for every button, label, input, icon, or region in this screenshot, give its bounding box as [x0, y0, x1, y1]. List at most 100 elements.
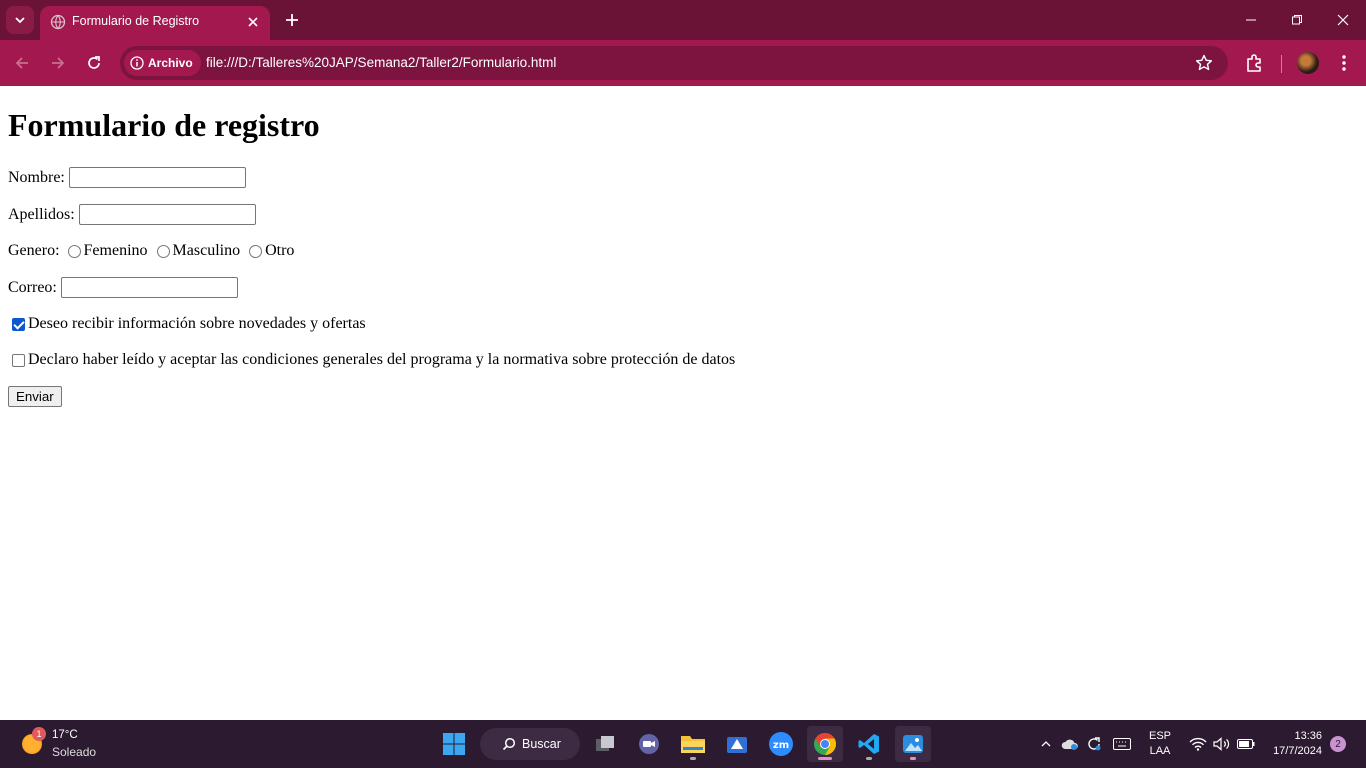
weather-condition[interactable]: Soleado	[52, 745, 96, 759]
profile-avatar[interactable]	[1297, 52, 1319, 74]
task-view-icon	[596, 736, 614, 751]
correo-label: Correo:	[8, 278, 57, 296]
vscode-icon	[858, 734, 879, 754]
arrow-left-icon	[15, 57, 28, 69]
file-explorer-button[interactable]	[675, 726, 711, 762]
onedrive-tray[interactable]	[1060, 734, 1080, 754]
browser-toolbar: Archivo file:///D:/Talleres%20JAP/Semana…	[0, 40, 1366, 86]
genero-row: Genero: Femenino Masculino Otro	[8, 242, 294, 260]
arrow-right-icon	[52, 57, 65, 69]
language-code: ESP	[1148, 730, 1171, 742]
url-text[interactable]: file:///D:/Talleres%20JAP/Semana2/Taller…	[206, 55, 556, 70]
correo-input[interactable]	[60, 277, 238, 298]
genero-label: Genero:	[8, 242, 60, 259]
store-app-button[interactable]	[719, 726, 755, 762]
chevron-down-icon	[15, 17, 25, 24]
nombre-label: Nombre:	[8, 168, 65, 186]
task-view-button[interactable]	[587, 726, 623, 762]
photos-app-button[interactable]	[895, 726, 931, 762]
restore-button[interactable]	[1274, 6, 1320, 34]
info-icon	[130, 56, 144, 70]
search-label: Buscar	[522, 737, 561, 751]
browser-tab[interactable]: Formulario de Registro	[40, 6, 270, 40]
running-indicator	[690, 757, 696, 760]
apellidos-row: Apellidos:	[8, 204, 256, 225]
keyboard-tray[interactable]	[1112, 734, 1132, 754]
chevron-up-icon	[1041, 741, 1051, 747]
radio-femenino[interactable]	[67, 244, 81, 258]
new-tab-plus-icon[interactable]	[282, 10, 302, 30]
puzzle-icon[interactable]	[1243, 51, 1267, 75]
keyboard-layout: LAA	[1149, 745, 1171, 757]
zoom-icon: zm	[769, 732, 793, 756]
wifi-icon	[1189, 737, 1207, 751]
chrome-icon	[814, 733, 836, 755]
globe-icon	[50, 14, 66, 30]
page-content: Formulario de registro Nombre: Apellidos…	[0, 87, 1366, 720]
newsletter-checkbox[interactable]	[12, 317, 25, 331]
sync-icon	[1088, 737, 1101, 751]
browser-tab-bar: Formulario de Registro	[0, 0, 1366, 40]
close-icon	[1337, 14, 1349, 26]
nombre-input[interactable]	[68, 167, 246, 188]
close-icon[interactable]	[244, 13, 262, 31]
newsletter-row: Deseo recibir información sobre novedade…	[8, 315, 366, 333]
site-info-chip[interactable]: Archivo	[124, 50, 201, 76]
store-icon	[727, 737, 747, 753]
clock-time: 13:36	[1294, 730, 1322, 742]
zoom-app-button[interactable]: zm	[763, 726, 799, 762]
running-indicator	[910, 757, 916, 760]
apellidos-input[interactable]	[78, 204, 256, 225]
keyboard-icon	[1113, 738, 1131, 750]
radio-otro[interactable]	[249, 244, 263, 258]
apellidos-label: Apellidos:	[8, 205, 75, 223]
clock-date: 17/7/2024	[1273, 745, 1322, 757]
toolbar-divider	[1281, 55, 1282, 73]
show-hidden-icons-button[interactable]	[1036, 734, 1056, 754]
running-indicator	[866, 757, 872, 760]
more-menu-icon[interactable]	[1333, 52, 1355, 74]
radio-masculino-label: Masculino	[172, 242, 241, 259]
vscode-app-button[interactable]	[851, 726, 887, 762]
close-window-button[interactable]	[1320, 6, 1366, 34]
page-title: Formulario de registro	[8, 107, 320, 143]
svg-text:zm: zm	[773, 740, 789, 751]
radio-otro-label: Otro	[265, 242, 295, 259]
terms-row: Declaro haber leído y aceptar las condic…	[8, 351, 735, 369]
photos-icon	[903, 735, 923, 753]
folder-icon	[681, 736, 705, 753]
restore-icon	[1292, 15, 1302, 25]
forward-button[interactable]	[46, 51, 70, 75]
weather-temperature[interactable]: 17°C	[52, 729, 78, 741]
minimize-button[interactable]	[1228, 6, 1274, 34]
address-bar[interactable]: Archivo file:///D:/Talleres%20JAP/Semana…	[120, 46, 1228, 80]
battery-tray[interactable]	[1236, 734, 1256, 754]
newsletter-label: Deseo recibir información sobre novedade…	[28, 315, 366, 332]
back-button[interactable]	[10, 51, 34, 75]
nombre-row: Nombre:	[8, 167, 246, 188]
windows-start-icon[interactable]	[442, 732, 466, 756]
reload-icon	[88, 56, 100, 69]
weather-badge: 1	[32, 727, 46, 741]
chrome-app-button[interactable]	[807, 726, 843, 762]
tab-search-button[interactable]	[6, 6, 34, 34]
wifi-tray[interactable]	[1188, 734, 1208, 754]
submit-button[interactable]: Enviar	[8, 386, 62, 407]
input-language[interactable]: ESP LAA	[1148, 729, 1172, 759]
volume-tray[interactable]	[1212, 734, 1232, 754]
system-clock[interactable]: 13:36 17/7/2024	[1262, 729, 1322, 759]
search-icon	[502, 737, 516, 751]
notification-badge[interactable]: 2	[1330, 736, 1346, 752]
radio-femenino-label: Femenino	[83, 242, 148, 259]
cloud-icon	[1061, 739, 1078, 750]
sync-tray[interactable]	[1084, 734, 1104, 754]
meet-app-button[interactable]	[631, 726, 667, 762]
video-chat-icon	[639, 734, 659, 754]
tab-title: Formulario de Registro	[72, 14, 200, 28]
bookmark-star-icon[interactable]	[1194, 53, 1214, 73]
site-chip-label: Archivo	[148, 56, 193, 70]
reload-button[interactable]	[82, 51, 106, 75]
terms-checkbox[interactable]	[12, 353, 25, 367]
taskbar-search[interactable]: Buscar	[480, 728, 580, 760]
radio-masculino[interactable]	[156, 244, 170, 258]
